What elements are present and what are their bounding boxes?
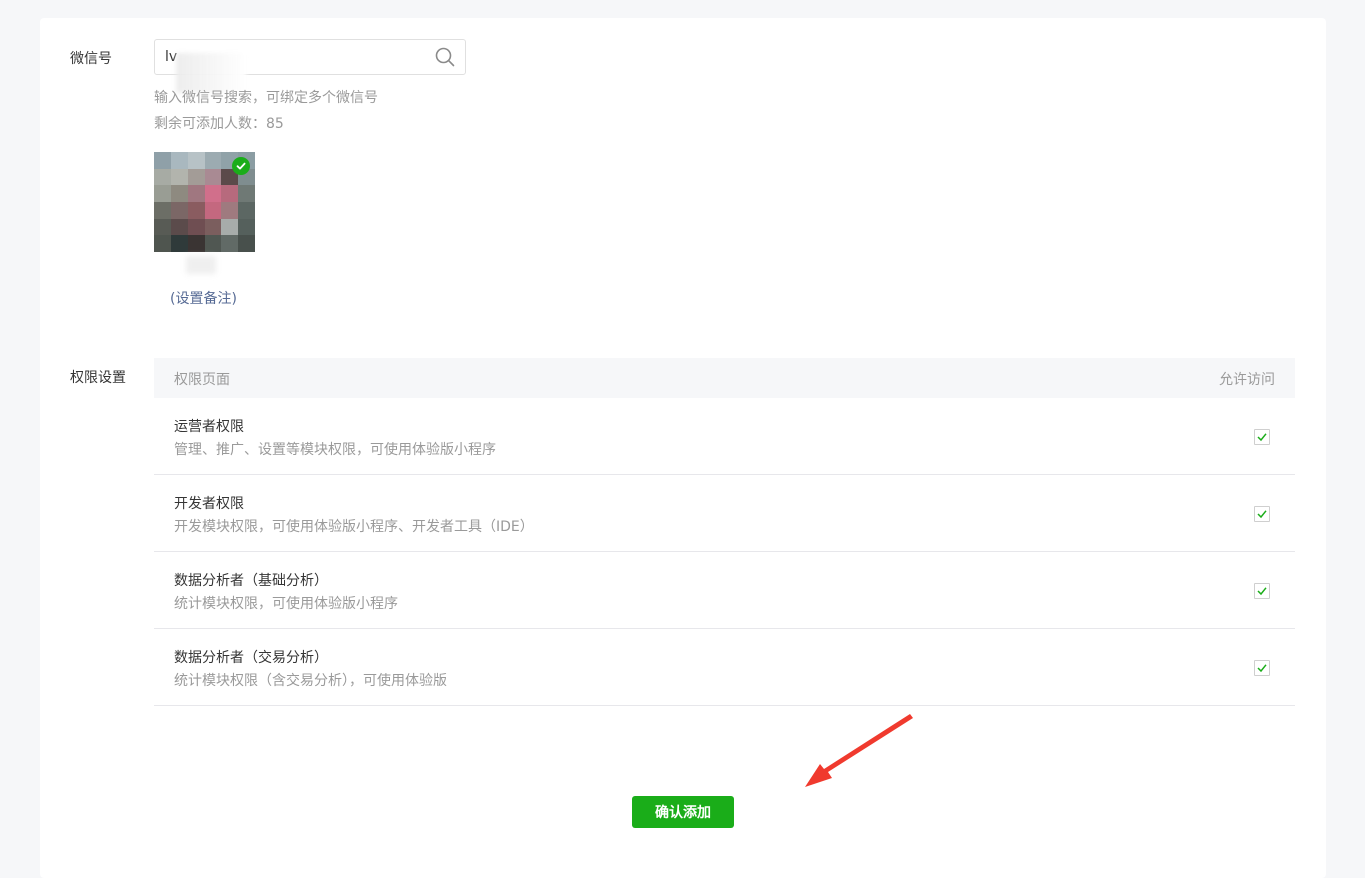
confirm-add-button[interactable]: 确认添加 <box>632 796 734 828</box>
column-header-page: 权限页面 <box>174 372 230 388</box>
permission-desc: 管理、推广、设置等模块权限，可使用体验版小程序 <box>174 442 496 458</box>
checkmark-icon <box>1257 433 1267 442</box>
remaining-count: 剩余可添加人数：85 <box>154 116 284 132</box>
access-checkbox[interactable] <box>1254 660 1270 676</box>
selected-user-card[interactable] <box>154 152 255 252</box>
checkmark-icon <box>1257 587 1267 596</box>
table-row: 数据分析者（交易分析） 统计模块权限（含交易分析），可使用体验版 <box>154 629 1295 706</box>
access-checkbox[interactable] <box>1254 583 1270 599</box>
access-checkbox[interactable] <box>1254 506 1270 522</box>
wechat-id-label: 微信号 <box>70 51 112 67</box>
column-header-access: 允许访问 <box>1219 372 1275 388</box>
permission-desc: 统计模块权限，可使用体验版小程序 <box>174 596 398 612</box>
permission-desc: 统计模块权限（含交易分析），可使用体验版 <box>174 673 447 689</box>
permission-title: 开发者权限 <box>174 496 244 512</box>
checkmark-icon <box>1257 664 1267 673</box>
permission-settings-label: 权限设置 <box>70 370 126 386</box>
annotation-arrow-icon <box>805 714 913 787</box>
permission-title: 运营者权限 <box>174 419 244 435</box>
search-icon[interactable] <box>435 47 455 67</box>
permission-desc: 开发模块权限，可使用体验版小程序、开发者工具（IDE） <box>174 519 534 535</box>
table-header: 权限页面 允许访问 <box>154 358 1295 398</box>
permission-title: 数据分析者（基础分析） <box>174 573 328 589</box>
table-row: 运营者权限 管理、推广、设置等模块权限，可使用体验版小程序 <box>154 398 1295 475</box>
main-card: 微信号 输入微信号搜索，可绑定多个微信号 剩余可添加人数：85 (设置备注) <box>40 18 1326 878</box>
search-hint: 输入微信号搜索，可绑定多个微信号 <box>154 90 378 106</box>
set-remark-link[interactable]: (设置备注) <box>170 288 237 308</box>
permission-title: 数据分析者（交易分析） <box>174 650 328 666</box>
check-circle-icon <box>232 157 250 175</box>
checkmark-icon <box>1257 510 1267 519</box>
table-row: 数据分析者（基础分析） 统计模块权限，可使用体验版小程序 <box>154 552 1295 629</box>
access-checkbox[interactable] <box>1254 429 1270 445</box>
table-row: 开发者权限 开发模块权限，可使用体验版小程序、开发者工具（IDE） <box>154 475 1295 552</box>
redaction-blur-name <box>186 256 216 274</box>
permission-table: 权限页面 允许访问 运营者权限 管理、推广、设置等模块权限，可使用体验版小程序 … <box>154 358 1295 706</box>
